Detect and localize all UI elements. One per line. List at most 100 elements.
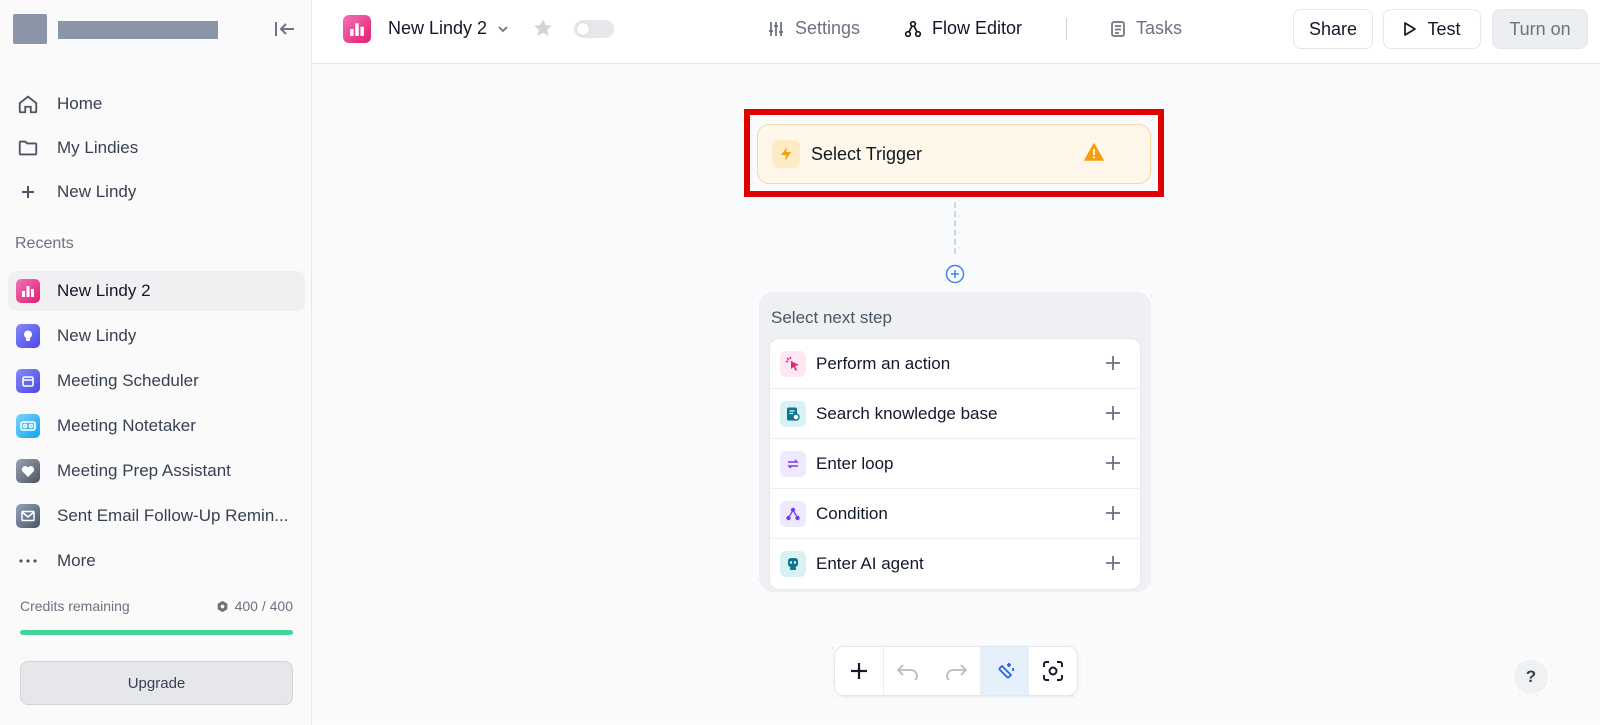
- agent-title-dropdown[interactable]: New Lindy 2: [388, 18, 509, 39]
- collapse-sidebar-button[interactable]: [271, 16, 299, 42]
- top-header: New Lindy 2 Settings Flow Editor Tasks S…: [312, 0, 1600, 64]
- step-option-condition[interactable]: Condition: [770, 489, 1140, 539]
- sidebar-item-new-lindy[interactable]: New Lindy: [8, 170, 305, 214]
- redo-button[interactable]: [932, 647, 980, 695]
- add-plus-icon[interactable]: [1104, 454, 1122, 472]
- folder-icon: [16, 136, 40, 160]
- credits-value-wrap: 400 / 400: [216, 598, 293, 614]
- focus-frame-icon: [1043, 661, 1063, 681]
- next-step-list: Perform an action Search knowledge base …: [769, 338, 1141, 590]
- recent-item-new-lindy-2[interactable]: New Lindy 2: [8, 271, 305, 311]
- mail-icon: [16, 504, 40, 528]
- recent-item-label: Meeting Prep Assistant: [57, 461, 231, 480]
- sidebar-item-home[interactable]: Home: [8, 82, 305, 126]
- step-option-label: Enter AI agent: [816, 554, 924, 573]
- collapse-sidebar-icon: [275, 22, 294, 36]
- more-button[interactable]: More: [8, 541, 305, 581]
- more-label: More: [57, 551, 96, 570]
- step-option-label: Enter loop: [816, 453, 894, 473]
- tasks-icon: [1111, 20, 1125, 37]
- sidebar: Home My Lindies New Lindy Recents New Li…: [0, 0, 312, 725]
- sidebar-item-my-lindies[interactable]: My Lindies: [8, 126, 305, 170]
- sliders-icon: [769, 21, 783, 36]
- step-option-search-knowledge-base[interactable]: Search knowledge base: [770, 389, 1140, 439]
- redo-icon: [946, 664, 968, 680]
- step-option-label: Perform an action: [816, 353, 951, 373]
- heart-icon: [16, 459, 40, 483]
- credits-value: 400 / 400: [234, 598, 293, 614]
- tab-settings[interactable]: Settings: [767, 18, 860, 39]
- recent-item-label: New Lindy: [57, 326, 137, 345]
- next-step-title: Select next step: [771, 308, 892, 327]
- tab-flow-editor[interactable]: Flow Editor: [904, 18, 1022, 39]
- recent-item-sent-email-follow-up[interactable]: Sent Email Follow-Up Remin...: [8, 496, 305, 536]
- add-node-button[interactable]: [835, 647, 883, 695]
- lightning-icon: [772, 140, 800, 168]
- recent-item-label: Meeting Notetaker: [57, 416, 196, 435]
- recent-item-new-lindy[interactable]: New Lindy: [8, 316, 305, 356]
- sidebar-item-label: New Lindy: [57, 182, 137, 201]
- upgrade-button[interactable]: Upgrade: [20, 661, 293, 705]
- flow-icon: [904, 20, 922, 37]
- add-plus-icon[interactable]: [1104, 504, 1122, 522]
- recent-item-meeting-scheduler[interactable]: Meeting Scheduler: [8, 361, 305, 401]
- credits-progress-fill: [20, 630, 293, 635]
- select-trigger-node[interactable]: Select Trigger: [757, 124, 1151, 184]
- warning-icon: [1084, 143, 1104, 166]
- flow-canvas[interactable]: Select Trigger Select next step Perform …: [312, 64, 1600, 725]
- condition-icon: [780, 500, 806, 527]
- bar-chart-icon: [16, 279, 40, 303]
- trigger-label: Select Trigger: [811, 143, 923, 164]
- home-icon: [16, 92, 40, 116]
- chevron-down-icon: [498, 25, 508, 32]
- step-option-enter-loop[interactable]: Enter loop: [770, 439, 1140, 489]
- fit-view-button[interactable]: [1029, 647, 1077, 695]
- tab-flow-editor-label: Flow Editor: [932, 18, 1023, 38]
- header-divider: [1066, 18, 1067, 40]
- undo-button[interactable]: [884, 647, 932, 695]
- sidebar-item-label: Home: [57, 94, 103, 113]
- sidebar-nav: Home My Lindies New Lindy: [8, 82, 305, 214]
- step-option-label: Condition: [816, 503, 888, 523]
- credits-remaining: Credits remaining 400 / 400: [20, 598, 293, 614]
- knowledge-base-icon: [780, 400, 806, 427]
- sparkle-cursor-icon: [780, 350, 806, 377]
- flow-connector: [954, 202, 956, 254]
- recents-list: New Lindy 2 New Lindy Meeting Scheduler …: [8, 271, 305, 586]
- recent-item-meeting-prep-assistant[interactable]: Meeting Prep Assistant: [8, 451, 305, 491]
- auto-layout-button[interactable]: [981, 647, 1029, 695]
- tab-tasks-label: Tasks: [1136, 18, 1183, 38]
- add-step-plus-circle-icon[interactable]: [945, 264, 965, 284]
- voicemail-icon: [16, 414, 40, 438]
- credits-label: Credits remaining: [20, 598, 130, 614]
- step-option-enter-ai-agent[interactable]: Enter AI agent: [770, 539, 1140, 589]
- test-button-label: Test: [1427, 18, 1461, 39]
- step-option-perform-action[interactable]: Perform an action: [770, 339, 1140, 389]
- robot-icon: [780, 551, 806, 577]
- test-button[interactable]: Test: [1383, 9, 1481, 49]
- favorite-star-button[interactable]: [532, 17, 554, 44]
- enable-toggle[interactable]: [574, 20, 614, 38]
- tab-tasks[interactable]: Tasks: [1110, 18, 1182, 39]
- help-button[interactable]: ?: [1514, 660, 1548, 694]
- workspace-logo[interactable]: [13, 14, 47, 44]
- magic-wand-icon: [998, 663, 1014, 679]
- lightbulb-icon: [16, 324, 40, 348]
- turn-on-button[interactable]: Turn on: [1492, 9, 1588, 49]
- plus-icon: [851, 663, 867, 679]
- share-button[interactable]: Share: [1293, 9, 1373, 49]
- recent-item-meeting-notetaker[interactable]: Meeting Notetaker: [8, 406, 305, 446]
- add-plus-icon[interactable]: [1104, 554, 1122, 572]
- play-icon: [1404, 22, 1417, 36]
- credits-progress-bar: [20, 630, 293, 635]
- undo-icon: [896, 664, 918, 680]
- recent-item-label: Meeting Scheduler: [57, 371, 199, 390]
- star-icon: [534, 19, 552, 36]
- plus-icon: [16, 180, 40, 204]
- workspace-name[interactable]: [58, 21, 218, 39]
- add-plus-icon[interactable]: [1104, 404, 1122, 422]
- tab-settings-label: Settings: [795, 18, 861, 38]
- calendar-icon: [16, 369, 40, 393]
- add-plus-icon[interactable]: [1104, 354, 1122, 372]
- sidebar-item-label: My Lindies: [57, 138, 139, 157]
